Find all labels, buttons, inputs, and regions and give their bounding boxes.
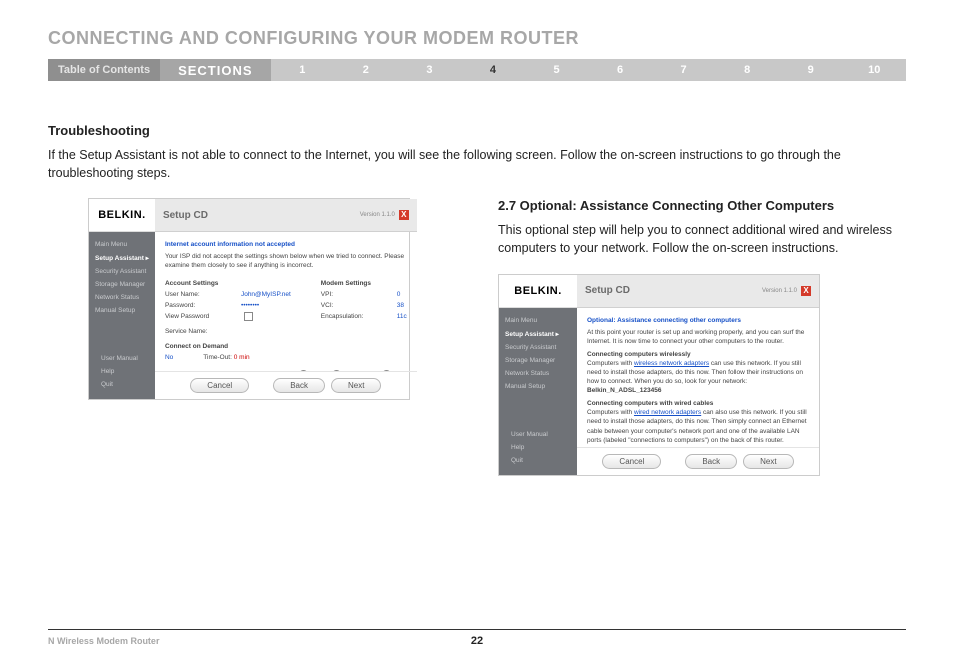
sidebar-item[interactable]: User Manual [511,428,565,441]
sidebar-item[interactable]: Help [511,441,565,454]
belkin-logo: BELKIN. [499,275,577,308]
sidebar-item[interactable]: Network Status [95,291,149,304]
window-title: Setup CD [585,285,630,296]
sidebar-item[interactable]: Security Assistant [505,341,571,354]
page-number: 22 [48,635,906,647]
sidebar-item[interactable]: User Manual [101,352,143,365]
optional-heading: 2.7 Optional: Assistance Connecting Othe… [498,198,906,213]
password-label: Password: [165,301,211,310]
view-password-label: View Password [165,312,211,321]
sidebar-item[interactable]: Main Menu [505,314,571,327]
optional-text: This optional step will help you to conn… [498,221,906,257]
sidebar-item[interactable]: Main Menu [95,238,149,251]
timeout-label: Time-Out: [203,354,232,361]
service-name-label: Service Name: [165,327,211,336]
sidebar-item[interactable]: Setup Assistant ▸ [95,251,149,265]
section-1[interactable]: 1 [271,59,335,81]
troubleshooting-text: If the Setup Assistant is not able to co… [48,146,906,182]
troubleshooting-heading: Troubleshooting [48,123,906,138]
wireless-text: Computers with wireless network adapters… [587,359,809,395]
cancel-button[interactable]: Cancel [190,378,249,393]
window-title: Setup CD [163,210,208,221]
sidebar-item[interactable]: Storage Manager [505,354,571,367]
username-value: John@MyISP.net [241,290,291,299]
optional-headline: Optional: Assistance connecting other co… [587,316,809,325]
section-9[interactable]: 9 [779,59,843,81]
sidebar-item[interactable]: Network Status [505,367,571,380]
view-password-checkbox[interactable] [244,312,253,321]
next-button[interactable]: Next [331,378,381,393]
username-label: User Name: [165,290,211,299]
sidebar-item[interactable]: Storage Manager [95,278,149,291]
section-10[interactable]: 10 [842,59,906,81]
toc-link[interactable]: Table of Contents [48,59,160,81]
sidebar-item[interactable]: Quit [101,378,143,391]
error-desc: Your ISP did not accept the settings sho… [165,252,407,270]
back-button[interactable]: Back [685,454,737,469]
back-button[interactable]: Back [273,378,325,393]
timeout-value: 0 min [234,354,250,361]
section-6[interactable]: 6 [588,59,652,81]
encapsulation-value: 11c [397,312,407,321]
close-icon[interactable]: X [399,210,409,220]
cod-no: No [165,353,173,362]
version-label: Version 1.1.0 [762,288,797,294]
next-button[interactable]: Next [743,454,793,469]
vci-label: VCI: [321,301,367,310]
section-4[interactable]: 4 [461,59,525,81]
wired-adapters-link[interactable]: wired network adapters [634,409,701,416]
section-7[interactable]: 7 [652,59,716,81]
password-value: •••••••• [241,301,259,310]
modem-settings-heading: Modem Settings [321,279,407,288]
optional-p1: At this point your router is set up and … [587,328,809,346]
close-icon[interactable]: X [801,286,811,296]
wireless-heading: Connecting computers wirelessly [587,350,809,359]
sidebar-item[interactable]: Setup Assistant ▸ [505,327,571,341]
connect-on-demand-heading: Connect on Demand [165,342,291,351]
wired-heading: Connecting computers with wired cables [587,399,809,408]
section-3[interactable]: 3 [398,59,462,81]
network-name: Belkin_N_ADSL_123456 [587,387,661,394]
wired-text: Computers with wired network adapters ca… [587,408,809,444]
cancel-button[interactable]: Cancel [602,454,661,469]
encapsulation-label: Encapsulation: [321,312,367,321]
version-label: Version 1.1.0 [360,212,395,218]
vpi-label: VPI: [321,290,367,299]
sidebar-item[interactable]: Help [101,365,143,378]
section-8[interactable]: 8 [715,59,779,81]
vci-value: 38 [397,301,404,310]
wireless-adapters-link[interactable]: wireless network adapters [634,360,709,367]
sidebar-item[interactable]: Security Assistant [95,265,149,278]
screenshot-optional: BELKIN. Main MenuSetup Assistant ▸Securi… [498,274,820,476]
screenshot-troubleshooting: BELKIN. Main MenuSetup Assistant ▸Securi… [88,198,410,400]
sidebar-item[interactable]: Quit [511,454,565,467]
belkin-logo: BELKIN. [89,199,155,232]
section-5[interactable]: 5 [525,59,589,81]
sidebar-item[interactable]: Manual Setup [505,380,571,393]
error-headline: Internet account information not accepte… [165,240,407,249]
section-navbar: Table of Contents SECTIONS 12345678910 [48,59,906,81]
sidebar-item[interactable]: Manual Setup [95,304,149,317]
sections-label: SECTIONS [160,59,270,81]
vpi-value: 0 [397,290,401,299]
account-settings-heading: Account Settings [165,279,291,288]
section-2[interactable]: 2 [334,59,398,81]
page-title: CONNECTING AND CONFIGURING YOUR MODEM RO… [48,28,906,49]
